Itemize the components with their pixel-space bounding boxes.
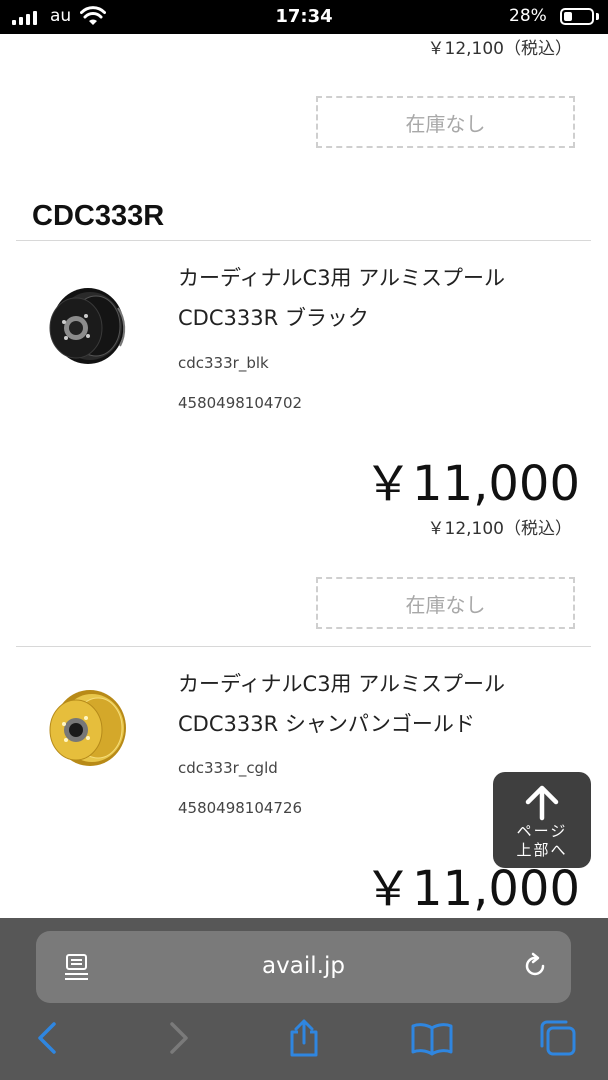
back-icon[interactable]: [32, 1018, 62, 1058]
battery-tip: [596, 13, 599, 20]
tabs-icon[interactable]: [538, 1018, 578, 1058]
section-divider: [16, 240, 591, 241]
out-of-stock-button[interactable]: 在庫なし: [316, 577, 575, 629]
product-name-line2[interactable]: CDC333R シャンパンゴールド: [178, 704, 568, 744]
reload-icon[interactable]: [520, 951, 550, 981]
address-bar[interactable]: avail.jp: [36, 931, 571, 1003]
product-jan-code: 4580498104702: [178, 394, 303, 412]
battery-percentage: 28%: [509, 6, 547, 26]
forward-icon[interactable]: [164, 1018, 194, 1058]
share-icon[interactable]: [284, 1018, 324, 1058]
browser-toolbar: avail.jp: [0, 918, 608, 1080]
battery-icon: [560, 8, 594, 25]
product-price: ￥11,000: [364, 456, 580, 512]
product-name-line1[interactable]: カーディナルC3用 アルミスプール: [178, 258, 568, 298]
bookmarks-icon[interactable]: [410, 1018, 454, 1058]
tax-included-price: ￥12,100（税込）: [427, 39, 572, 59]
product-jan-code: 4580498104726: [178, 799, 303, 817]
url-text[interactable]: avail.jp: [36, 953, 571, 979]
back-to-top-button[interactable]: ページ 上部へ: [493, 772, 591, 868]
out-of-stock-button[interactable]: 在庫なし: [316, 96, 575, 148]
product-image-gold-spool[interactable]: [36, 680, 132, 776]
status-bar: au 17:34 28%: [0, 0, 608, 34]
back-to-top-label: ページ 上部へ: [516, 822, 568, 859]
product-sku: cdc333r_blk: [178, 354, 269, 372]
section-title: CDC333R: [32, 200, 165, 232]
tax-included-price: ￥12,100（税込）: [427, 519, 572, 539]
product-name-line2[interactable]: CDC333R ブラック: [178, 298, 568, 338]
product-image-black-spool[interactable]: [36, 278, 132, 374]
arrow-up-icon: [525, 785, 559, 821]
product-name-line1[interactable]: カーディナルC3用 アルミスプール: [178, 664, 568, 704]
product-divider: [16, 646, 591, 647]
product-sku: cdc333r_cgld: [178, 759, 278, 777]
